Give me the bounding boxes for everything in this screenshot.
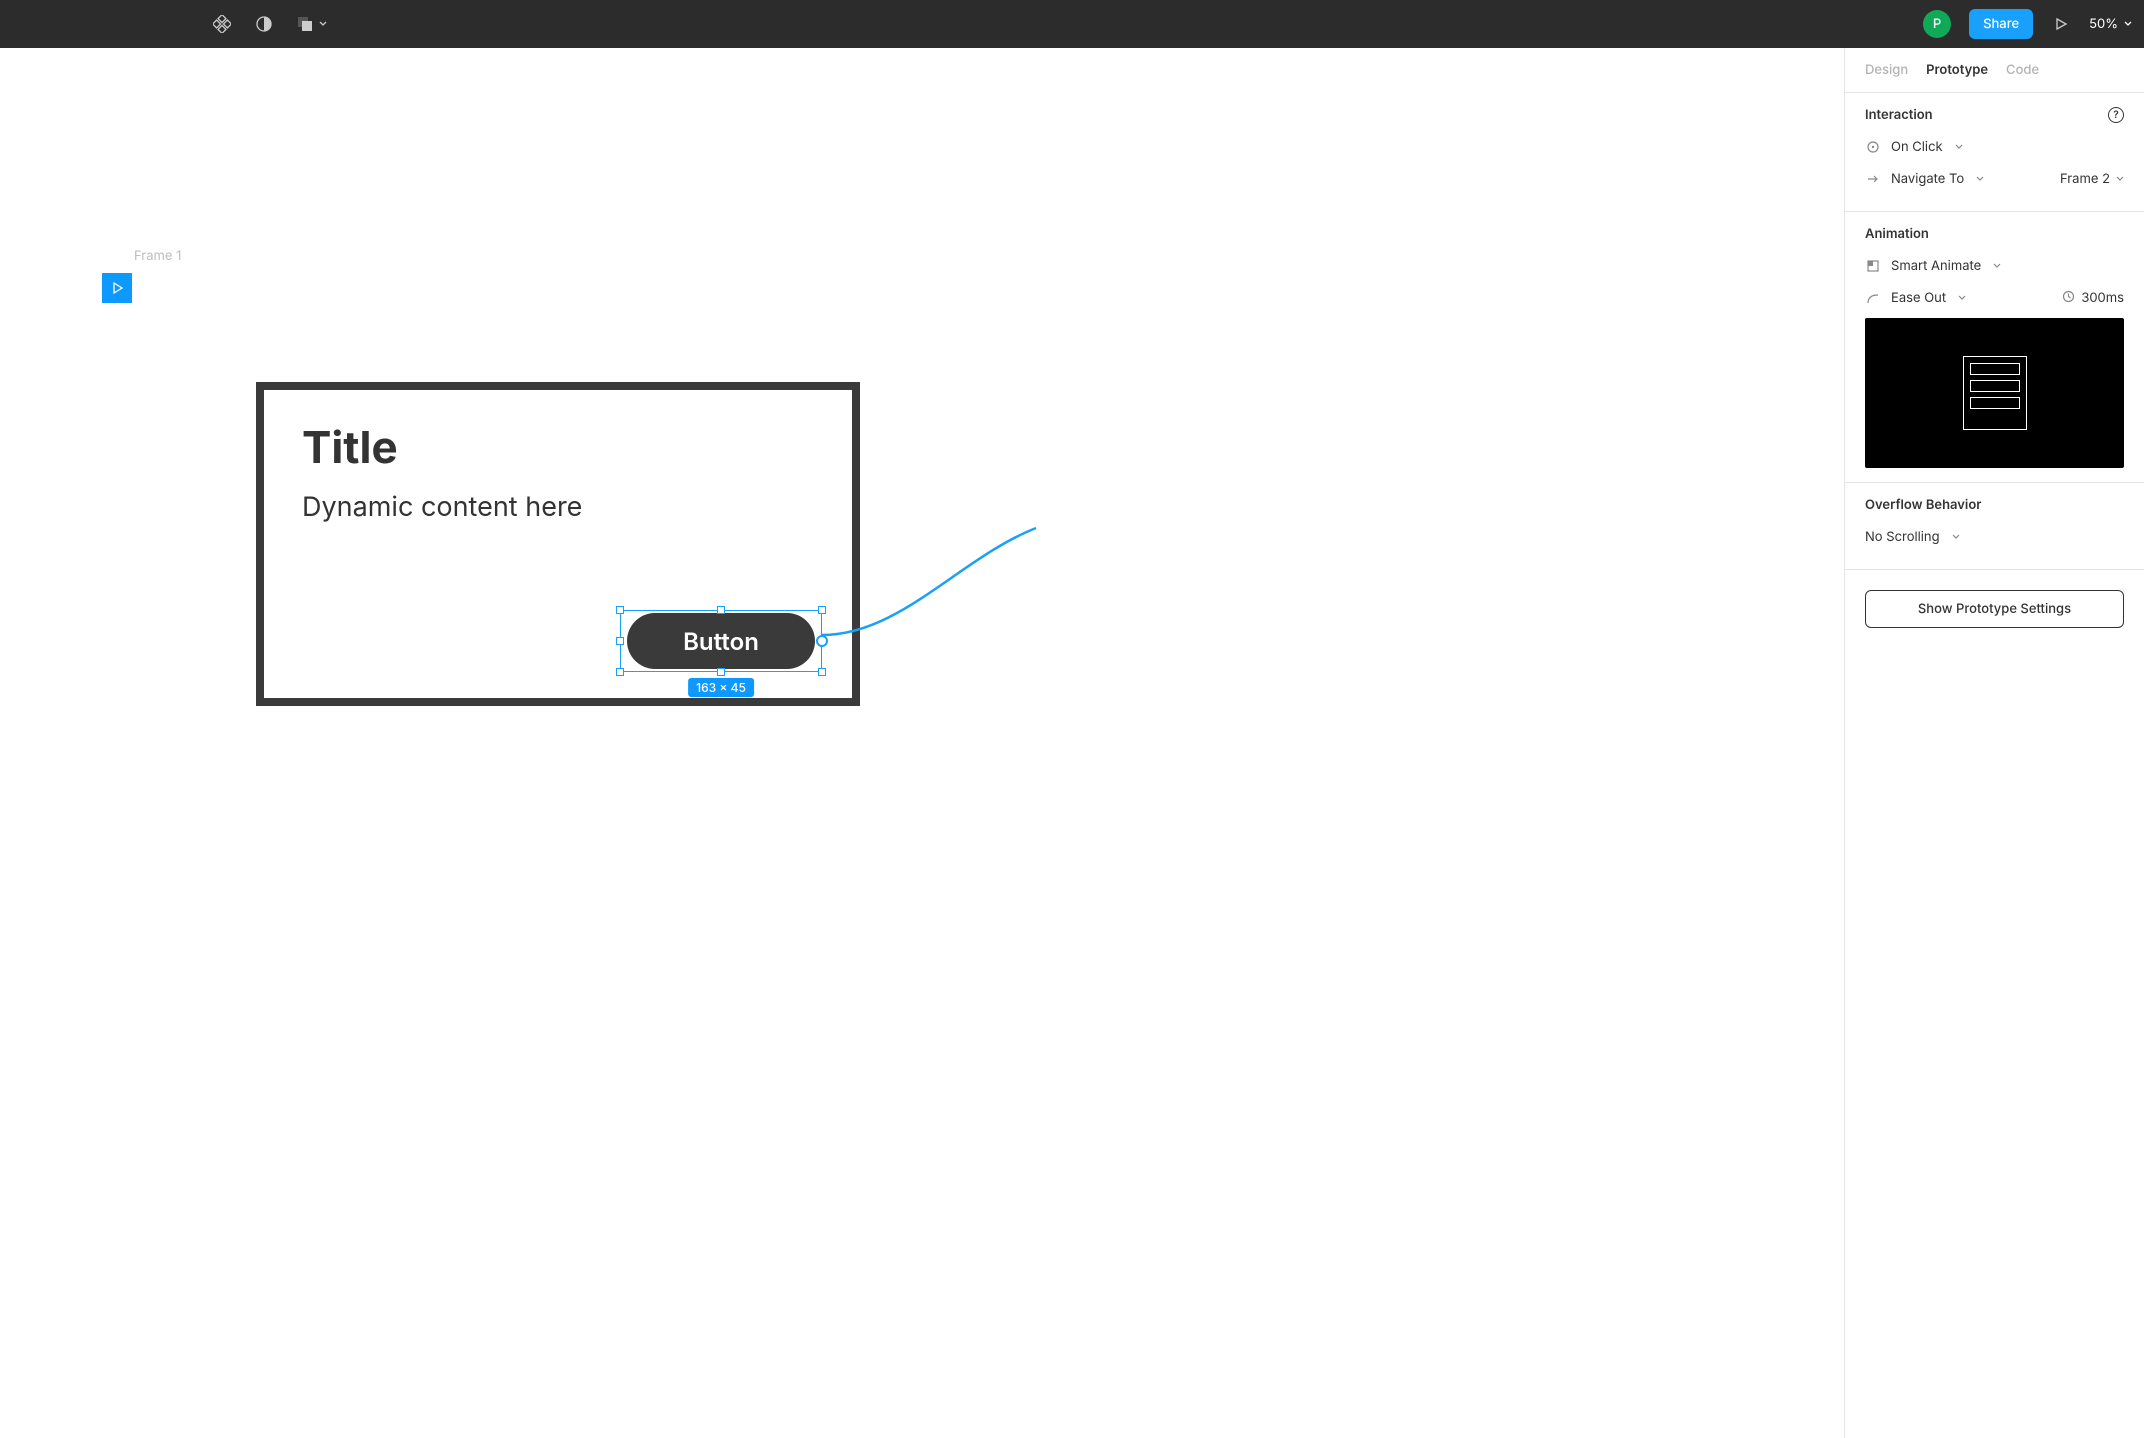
components-icon[interactable] — [212, 14, 232, 34]
easing-label: Ease Out — [1891, 290, 1946, 306]
animation-type-label: Smart Animate — [1891, 258, 1981, 274]
interaction-heading: Interaction — [1865, 107, 1933, 123]
frame-1[interactable]: Title Dynamic content here Button 163 × … — [256, 382, 860, 706]
chevron-down-icon — [1955, 139, 1963, 155]
animation-section: Animation Smart Animate Ease Out 300ms — [1845, 212, 2144, 483]
overflow-row[interactable]: No Scrolling — [1865, 523, 2124, 551]
mask-icon[interactable] — [254, 14, 274, 34]
trigger-label: On Click — [1891, 139, 1943, 155]
resize-handle-sw[interactable] — [616, 668, 624, 676]
resize-handle-s[interactable] — [717, 668, 725, 676]
frame-label[interactable]: Frame 1 — [134, 248, 181, 264]
action-label: Navigate To — [1891, 171, 1964, 187]
resize-handle-ne[interactable] — [818, 606, 826, 614]
overflow-value: No Scrolling — [1865, 529, 1940, 545]
right-panel: Design Prototype Code Interaction ? On C… — [1844, 48, 2144, 1438]
chevron-down-icon — [1976, 171, 1984, 187]
arrow-right-icon — [1865, 172, 1881, 186]
chevron-down-icon — [1958, 290, 1966, 306]
canvas[interactable]: Frame 1 Title Dynamic content here Butto… — [0, 48, 1844, 1438]
destination-dropdown[interactable]: Frame 2 — [2060, 171, 2124, 187]
overflow-section: Overflow Behavior No Scrolling — [1845, 483, 2144, 570]
duration-field[interactable]: 300ms — [2062, 290, 2124, 307]
text-title[interactable]: Title — [302, 420, 398, 474]
toolbar-right: P Share 50% — [1923, 9, 2132, 39]
zoom-dropdown[interactable]: 50% — [2089, 16, 2132, 32]
flow-start-badge[interactable] — [102, 273, 132, 303]
smart-animate-icon — [1865, 259, 1881, 273]
resize-handle-se[interactable] — [818, 668, 826, 676]
chevron-down-icon — [2124, 20, 2132, 28]
tab-design[interactable]: Design — [1865, 62, 1908, 78]
animation-type-row[interactable]: Smart Animate — [1865, 252, 2124, 280]
trigger-row[interactable]: On Click — [1865, 133, 2124, 161]
play-icon — [111, 282, 123, 294]
resize-handle-n[interactable] — [717, 606, 725, 614]
chevron-down-icon — [1993, 258, 2001, 274]
connection-handle[interactable] — [816, 635, 828, 647]
chevron-down-icon — [2116, 175, 2124, 183]
prototype-settings-section: Show Prototype Settings — [1845, 570, 2144, 642]
destination-label: Frame 2 — [2060, 171, 2110, 187]
text-description[interactable]: Dynamic content here — [302, 490, 582, 523]
selection-size-badge: 163 × 45 — [688, 678, 754, 697]
canvas-button[interactable]: Button — [627, 613, 815, 669]
interaction-section: Interaction ? On Click Navigate To Frame… — [1845, 93, 2144, 212]
share-button[interactable]: Share — [1969, 9, 2033, 39]
overflow-heading: Overflow Behavior — [1865, 497, 1981, 513]
present-icon[interactable] — [2051, 14, 2071, 34]
help-icon[interactable]: ? — [2108, 107, 2124, 123]
button-selection-wrapper: Button 163 × 45 — [620, 610, 822, 672]
ease-curve-icon — [1865, 291, 1881, 305]
user-avatar[interactable]: P — [1923, 10, 1951, 38]
click-icon — [1865, 140, 1881, 154]
easing-row[interactable]: Ease Out 300ms — [1865, 284, 2124, 312]
tab-prototype[interactable]: Prototype — [1926, 62, 1988, 78]
duration-value: 300ms — [2081, 290, 2124, 306]
clock-icon — [2062, 290, 2075, 307]
resize-handle-w[interactable] — [616, 637, 624, 645]
tab-code[interactable]: Code — [2006, 62, 2039, 78]
show-prototype-settings-button[interactable]: Show Prototype Settings — [1865, 590, 2124, 628]
panel-tabs: Design Prototype Code — [1845, 48, 2144, 93]
toolbar-left — [212, 14, 327, 34]
chevron-down-icon — [1952, 529, 1960, 545]
preview-frame-icon — [1963, 356, 2027, 430]
zoom-value: 50% — [2089, 16, 2118, 32]
boolean-ops-icon[interactable] — [296, 14, 327, 34]
animation-heading: Animation — [1865, 226, 1929, 242]
animation-preview[interactable] — [1865, 318, 2124, 468]
action-row[interactable]: Navigate To Frame 2 — [1865, 165, 2124, 193]
top-toolbar: P Share 50% — [0, 0, 2144, 48]
chevron-down-icon — [319, 20, 327, 28]
resize-handle-nw[interactable] — [616, 606, 624, 614]
